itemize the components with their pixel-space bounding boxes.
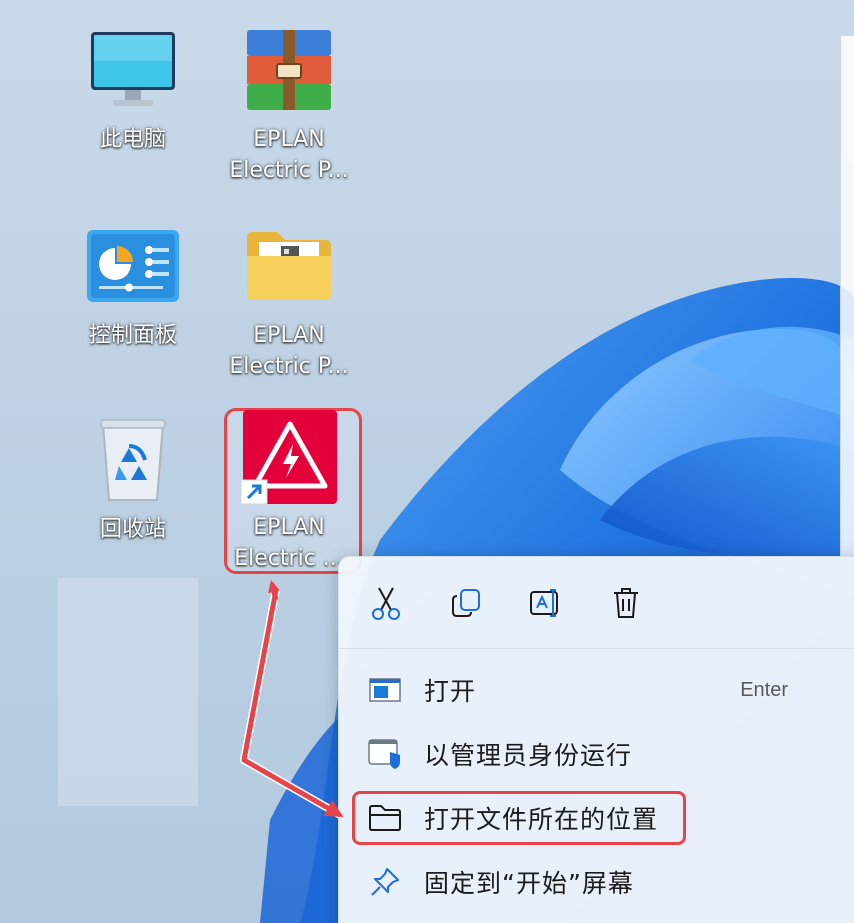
- desktop-icon-label: 此电脑: [99, 127, 166, 152]
- open-location-highlight: [352, 791, 686, 845]
- winrar-archive-icon: [239, 26, 339, 114]
- copy-icon[interactable]: [447, 583, 485, 623]
- desktop-icon-control-panel[interactable]: 控制面板: [58, 222, 208, 351]
- desktop-icon-label: EPLAN Electric P...: [229, 323, 349, 379]
- desktop-icon-eplan-archive[interactable]: EPLAN Electric P...: [214, 26, 364, 186]
- shortcut-label: Enter: [740, 678, 788, 701]
- desktop-icon-label: EPLAN Electric P...: [229, 127, 349, 183]
- desktop-icon-recycle-bin[interactable]: 回收站: [58, 416, 208, 545]
- trash-icon[interactable]: [607, 583, 645, 623]
- window-edge: [840, 36, 854, 556]
- recycle-bin-icon: [83, 416, 183, 504]
- desktop-icon-eplan-shortcut[interactable]: EPLAN Electric ...: [214, 410, 364, 574]
- run-as-admin-icon: [366, 736, 404, 772]
- menu-item-pin-to-start[interactable]: 固定到“开始”屏幕: [352, 854, 852, 910]
- desktop-icon-label: 控制面板: [88, 323, 177, 348]
- rename-icon[interactable]: [527, 583, 565, 623]
- menu-item-label: 固定到“开始”屏幕: [424, 869, 634, 898]
- desktop-icon-eplan-folder[interactable]: EPLAN Electric P...: [214, 222, 364, 382]
- eplan-shortcut-icon: [239, 410, 339, 505]
- pin-icon: [366, 864, 404, 900]
- menu-item-label: 打开: [424, 677, 477, 706]
- folder-icon: [239, 222, 339, 310]
- desktop-icon-label: 回收站: [99, 517, 166, 542]
- menu-item-open[interactable]: 打开 Enter: [352, 662, 852, 718]
- menu-item-run-as-admin[interactable]: 以管理员身份运行: [352, 726, 852, 782]
- scissors-icon[interactable]: [367, 583, 405, 623]
- control-panel-icon: [83, 222, 183, 310]
- desktop-icon-label: EPLAN Electric ...: [234, 515, 344, 571]
- context-menu-toolbar: [339, 557, 854, 649]
- open-app-icon: [366, 672, 404, 708]
- desktop-icon-this-pc[interactable]: 此电脑: [58, 26, 208, 155]
- this-pc-icon: [83, 26, 183, 114]
- menu-item-label: 以管理员身份运行: [424, 741, 633, 770]
